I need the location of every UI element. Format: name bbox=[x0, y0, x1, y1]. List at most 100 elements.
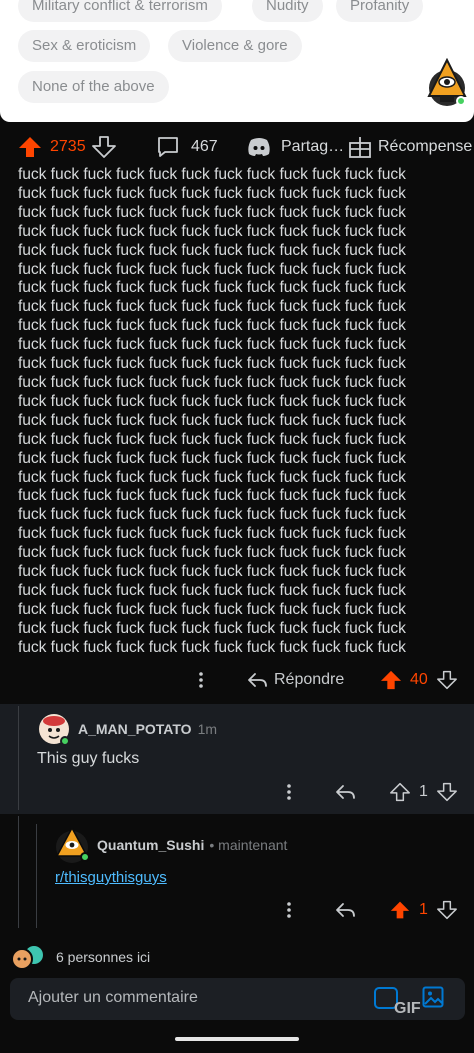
post-body-line: fuck fuck fuck fuck fuck fuck fuck fuck … bbox=[18, 373, 406, 391]
comment-actions: 1 bbox=[0, 774, 474, 810]
post-body-line: fuck fuck fuck fuck fuck fuck fuck fuck … bbox=[18, 506, 406, 524]
post-body-line: fuck fuck fuck fuck fuck fuck fuck fuck … bbox=[18, 336, 406, 354]
reply-label: Répondre bbox=[274, 671, 345, 688]
downvote-icon bbox=[437, 900, 457, 920]
option-profanity[interactable]: Profanity bbox=[336, 0, 424, 22]
user-avatar[interactable] bbox=[426, 57, 468, 108]
comment-count: 467 bbox=[191, 138, 218, 155]
more-vertical-icon bbox=[287, 902, 291, 918]
more-vertical-icon bbox=[287, 784, 291, 800]
post-action-bar: 2735 467 Partag… Récompense bbox=[0, 122, 474, 172]
post-body-line: fuck fuck fuck fuck fuck fuck fuck fuck … bbox=[18, 468, 406, 486]
post-body-line: fuck fuck fuck fuck fuck fuck fuck fuck … bbox=[18, 563, 406, 581]
comments-button[interactable] bbox=[156, 122, 180, 172]
post-body-line: fuck fuck fuck fuck fuck fuck fuck fuck … bbox=[18, 392, 406, 410]
reply-button[interactable] bbox=[334, 892, 356, 928]
reply-icon bbox=[248, 673, 267, 687]
more-options-button[interactable] bbox=[281, 774, 297, 810]
post-body-line: fuck fuck fuck fuck fuck fuck fuck fuck … bbox=[18, 317, 406, 335]
comment-username[interactable]: Quantum_Sushi bbox=[97, 837, 204, 853]
post-body-line: fuck fuck fuck fuck fuck fuck fuck fuck … bbox=[18, 581, 406, 599]
comment-time: • maintenant bbox=[209, 837, 288, 853]
comment-placeholder: Ajouter un commentaire bbox=[28, 989, 198, 1006]
share-button[interactable] bbox=[246, 122, 272, 172]
presence-indicator: 6 personnes ici bbox=[10, 944, 150, 970]
upvote-button[interactable] bbox=[18, 122, 42, 172]
comment-text: This guy fucks bbox=[37, 750, 140, 767]
comment-time: 1m bbox=[197, 721, 218, 737]
image-button[interactable] bbox=[422, 986, 444, 1013]
upvote-icon bbox=[390, 782, 410, 802]
presence-text: 6 personnes ici bbox=[56, 949, 151, 965]
more-vertical-icon bbox=[199, 672, 203, 688]
option-nudity[interactable]: Nudity bbox=[252, 0, 323, 22]
post-body-line: fuck fuck fuck fuck fuck fuck fuck fuck … bbox=[18, 241, 406, 259]
discord-icon bbox=[248, 138, 270, 156]
post-body-line: fuck fuck fuck fuck fuck fuck fuck fuck … bbox=[18, 638, 406, 656]
post-body-text: fuck fuck fuck fuck fuck fuck fuck fuck … bbox=[18, 166, 458, 658]
post-body-line: fuck fuck fuck fuck fuck fuck fuck fuck … bbox=[18, 166, 406, 183]
post-score: 2735 bbox=[50, 138, 86, 155]
comment-score: 1 bbox=[419, 901, 428, 918]
online-indicator bbox=[60, 736, 70, 746]
post-body-line: fuck fuck fuck fuck fuck fuck fuck fuck … bbox=[18, 544, 406, 562]
downvote-button[interactable] bbox=[437, 774, 457, 810]
upvote-button[interactable] bbox=[390, 774, 410, 810]
comment-icon bbox=[158, 137, 178, 157]
add-comment-input[interactable]: Ajouter un commentaire GIF bbox=[10, 978, 465, 1020]
comment-username[interactable]: A_MAN_POTATO bbox=[78, 721, 192, 737]
online-indicator bbox=[456, 96, 466, 106]
upvote-button[interactable] bbox=[390, 892, 410, 928]
more-options-button[interactable] bbox=[193, 662, 209, 698]
post-body-line: fuck fuck fuck fuck fuck fuck fuck fuck … bbox=[18, 355, 406, 373]
report-options-panel: Military conflict & terrorism Nudity Pro… bbox=[0, 0, 474, 122]
post-body-line: fuck fuck fuck fuck fuck fuck fuck fuck … bbox=[18, 222, 406, 240]
comment-a-man-potato: A_MAN_POTATO 1m This guy fucks 1 bbox=[0, 704, 474, 814]
downvote-button[interactable] bbox=[437, 662, 457, 698]
comment-score: 1 bbox=[419, 783, 428, 800]
body-score: 40 bbox=[410, 671, 428, 688]
post-body-line: fuck fuck fuck fuck fuck fuck fuck fuck … bbox=[18, 279, 406, 297]
comment-header: Quantum_Sushi • maintenant bbox=[54, 826, 287, 864]
post-body-line: fuck fuck fuck fuck fuck fuck fuck fuck … bbox=[18, 449, 406, 467]
post-body-actions: Répondre 40 bbox=[0, 662, 474, 698]
option-military[interactable]: Military conflict & terrorism bbox=[18, 0, 222, 22]
reply-button[interactable] bbox=[334, 774, 356, 810]
option-sex[interactable]: Sex & eroticism bbox=[18, 30, 151, 62]
downvote-icon bbox=[437, 782, 457, 802]
gift-icon bbox=[349, 137, 371, 158]
post-body-line: fuck fuck fuck fuck fuck fuck fuck fuck … bbox=[18, 487, 406, 505]
presence-avatars-icon bbox=[11, 946, 43, 970]
post-body-line: fuck fuck fuck fuck fuck fuck fuck fuck … bbox=[18, 619, 406, 637]
comment-header: A_MAN_POTATO 1m bbox=[38, 712, 217, 746]
upvote-filled-icon bbox=[19, 137, 41, 157]
share-label[interactable]: Partag… bbox=[281, 122, 344, 172]
reply-icon bbox=[336, 903, 355, 917]
comment-quantum-sushi: Quantum_Sushi • maintenant r/thisguythis… bbox=[0, 816, 474, 934]
downvote-button[interactable] bbox=[92, 122, 116, 172]
downvote-button[interactable] bbox=[437, 892, 457, 928]
more-options-button[interactable] bbox=[281, 892, 297, 928]
post-body-line: fuck fuck fuck fuck fuck fuck fuck fuck … bbox=[18, 260, 406, 278]
gif-icon: GIF bbox=[394, 1000, 421, 1017]
reply-button[interactable]: Répondre bbox=[246, 662, 344, 698]
gif-button[interactable]: GIF bbox=[374, 987, 421, 1017]
option-none[interactable]: None of the above bbox=[18, 71, 169, 103]
reply-icon bbox=[336, 785, 355, 799]
award-label[interactable]: Récompense bbox=[378, 122, 472, 172]
upvote-button[interactable] bbox=[380, 662, 402, 698]
downvote-icon bbox=[92, 136, 116, 158]
home-indicator[interactable] bbox=[175, 1037, 299, 1041]
award-button[interactable] bbox=[348, 122, 372, 172]
option-violence[interactable]: Violence & gore bbox=[168, 30, 302, 62]
post-body-line: fuck fuck fuck fuck fuck fuck fuck fuck … bbox=[18, 411, 406, 429]
upvote-filled-icon bbox=[380, 670, 402, 690]
upvote-filled-icon bbox=[390, 901, 410, 919]
post-body-line: fuck fuck fuck fuck fuck fuck fuck fuck … bbox=[18, 430, 406, 448]
post-body-line: fuck fuck fuck fuck fuck fuck fuck fuck … bbox=[18, 184, 406, 202]
image-icon bbox=[422, 986, 444, 1008]
subreddit-link[interactable]: r/thisguythisguys bbox=[55, 869, 167, 886]
online-indicator bbox=[80, 852, 90, 862]
post-body-line: fuck fuck fuck fuck fuck fuck fuck fuck … bbox=[18, 525, 406, 543]
downvote-icon bbox=[437, 670, 457, 690]
